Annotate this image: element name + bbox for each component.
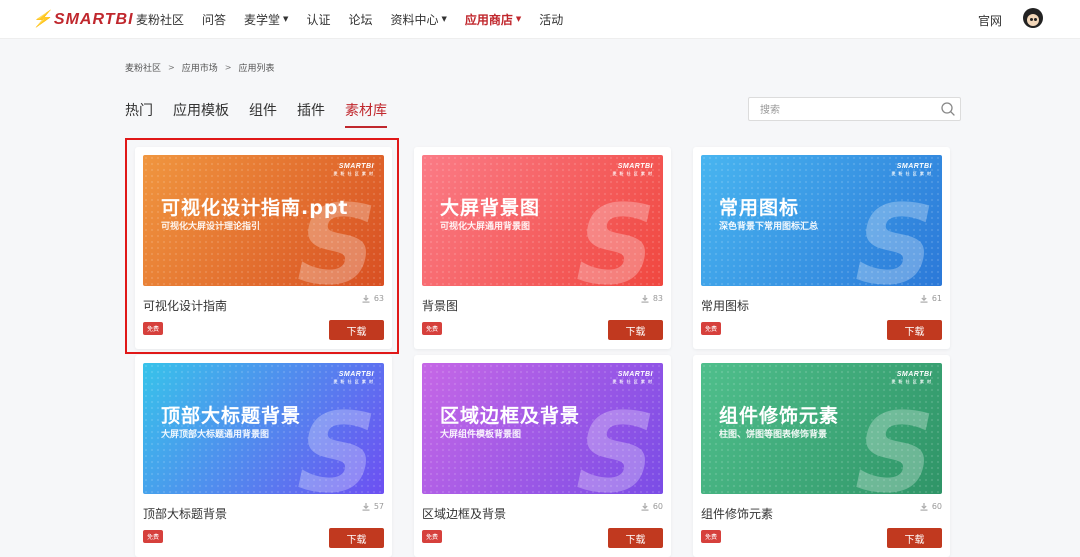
tab-app-templates[interactable]: 应用模板 [173,100,229,128]
official-site-link[interactable]: 官网 [978,12,1002,29]
card-title[interactable]: 顶部大标题背景 [143,505,227,522]
main-nav: 麦粉社区 问答 麦学堂 ▼ 认证 论坛 资料中心 ▼ 应用商店 ▼ 活动 [136,0,581,38]
card-thumbnail[interactable]: S SMARTBI 麦 粉 社 区 素 材 顶部大标题背景 大屏顶部大标题通用背景… [143,363,384,494]
thumbnail-subtitle: 大屏组件模板背景图 [440,430,522,440]
material-card[interactable]: S SMARTBI 麦 粉 社 区 素 材 顶部大标题背景 大屏顶部大标题通用背景… [135,355,392,557]
smartbi-brand-mark: SMARTBI 麦 粉 社 区 素 材 [612,371,653,384]
thumbnail-title: 组件修饰元素 [719,405,840,427]
nav-item-academy[interactable]: 麦学堂 ▼ [244,11,288,28]
download-icon [641,294,649,303]
tab-components[interactable]: 组件 [249,100,277,128]
download-count: 60 [920,502,942,511]
nav-item-app-store[interactable]: 应用商店 ▼ [465,11,521,28]
breadcrumb-separator: > [168,63,175,72]
breadcrumb-item-app-market[interactable]: 应用市场 [182,61,218,74]
tab-material-library[interactable]: 素材库 [345,100,387,128]
free-badge: 免费 [701,322,722,335]
download-count: 83 [641,294,663,303]
material-card[interactable]: S SMARTBI 麦 粉 社 区 素 材 大屏背景图 可视化大屏通用背景图 背景… [414,147,671,349]
download-count: 61 [920,294,942,303]
download-icon [920,294,928,303]
thumbnail-subtitle: 深色背景下常用图标汇总 [719,222,819,232]
breadcrumb-item-app-list: 应用列表 [238,64,275,74]
card-thumbnail[interactable]: S SMARTBI 麦 粉 社 区 素 材 区域边框及背景 大屏组件模板背景图 [422,363,663,494]
search-input[interactable] [758,102,932,118]
thumbnail-title: 区域边框及背景 [440,405,581,427]
card-thumbnail[interactable]: S SMARTBI 麦 粉 社 区 素 材 大屏背景图 可视化大屏通用背景图 [422,155,663,286]
nav-item-qa[interactable]: 问答 [202,11,226,28]
tab-plugins[interactable]: 插件 [297,100,325,128]
nav-item-resources[interactable]: 资料中心 ▼ [390,11,446,28]
breadcrumb-separator: > [224,63,232,72]
nav-item-community[interactable]: 麦粉社区 [136,11,184,28]
smartbi-brand-mark: SMARTBI 麦 粉 社 区 素 材 [612,163,653,176]
thumbnail-title: 常用图标 [719,197,800,219]
download-count: 57 [362,502,384,511]
thumbnail-subtitle: 柱图、饼图等图表修饰背景 [719,430,828,440]
smartbi-brand-mark: SMARTBI 麦 粉 社 区 素 材 [891,163,932,176]
free-badge: 免费 [422,322,443,335]
thumbnail-subtitle: 大屏顶部大标题通用背景图 [161,430,270,440]
thumbnail-title: 大屏背景图 [440,197,541,219]
download-count: 60 [641,502,663,511]
breadcrumb: 麦粉社区 > 应用市场 > 应用列表 [125,61,274,74]
search-box [748,97,961,121]
thumbnail-subtitle: 可视化大屏通用背景图 [440,222,531,232]
card-title[interactable]: 组件修饰元素 [701,505,773,522]
thumbnail-title: 顶部大标题背景 [161,405,302,427]
download-icon [641,502,649,511]
download-button[interactable]: 下载 [887,320,942,340]
download-button[interactable]: 下载 [887,528,942,548]
download-icon [362,502,370,511]
category-tabs: 热门 应用模板 组件 插件 素材库 [125,100,407,128]
nav-item-events[interactable]: 活动 [539,11,563,28]
tab-hot[interactable]: 热门 [125,100,153,128]
download-icon [920,502,928,511]
download-button[interactable]: 下载 [608,320,663,340]
breadcrumb-item-community[interactable]: 麦粉社区 [125,61,161,74]
material-card[interactable]: S SMARTBI 麦 粉 社 区 素 材 常用图标 深色背景下常用图标汇总 常用… [693,147,950,349]
card-title[interactable]: 区域边框及背景 [422,505,506,522]
caret-down-icon: ▼ [515,15,522,23]
nav-item-certification[interactable]: 认证 [306,11,330,28]
card-title[interactable]: 常用图标 [701,297,749,314]
caret-down-icon: ▼ [441,15,447,23]
material-card[interactable]: S SMARTBI 麦 粉 社 区 素 材 区域边框及背景 大屏组件模板背景图 区… [414,355,671,557]
search-icon[interactable] [940,101,956,117]
free-badge: 免费 [701,530,722,543]
free-badge: 免费 [422,530,443,543]
caret-down-icon: ▼ [283,15,289,23]
card-thumbnail[interactable]: S SMARTBI 麦 粉 社 区 素 材 常用图标 深色背景下常用图标汇总 [701,155,942,286]
smartbi-brand-mark: SMARTBI 麦 粉 社 区 素 材 [333,371,374,384]
smartbi-logo[interactable]: ⚡SMARTBI [32,9,134,29]
top-navigation-bar: ⚡SMARTBI 麦粉社区 问答 麦学堂 ▼ 认证 论坛 资料中心 ▼ 应用商店 ▼ … [0,0,1080,39]
nav-item-forum[interactable]: 论坛 [348,11,372,28]
card-title[interactable]: 背景图 [422,297,458,314]
material-card[interactable]: S SMARTBI 麦 粉 社 区 素 材 组件修饰元素 柱图、饼图等图表修饰背景… [693,355,950,557]
download-button[interactable]: 下载 [608,528,663,548]
smartbi-brand-mark: SMARTBI 麦 粉 社 区 素 材 [891,371,932,384]
free-badge: 免费 [143,530,164,543]
card-thumbnail[interactable]: S SMARTBI 麦 粉 社 区 素 材 组件修饰元素 柱图、饼图等图表修饰背景 [701,363,942,494]
highlight-box [125,138,399,354]
user-avatar[interactable] [1023,8,1043,28]
download-button[interactable]: 下载 [329,528,384,548]
